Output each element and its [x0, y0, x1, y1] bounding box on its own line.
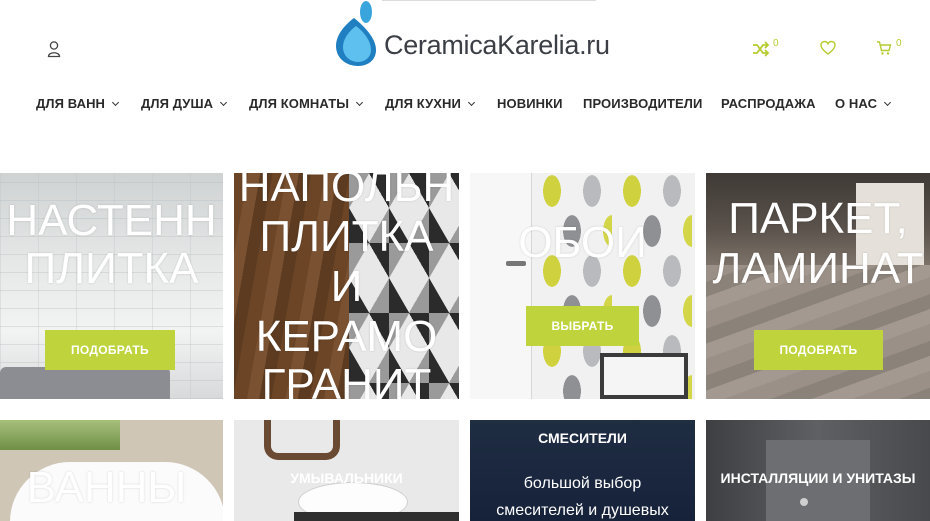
- category-tile-mixers[interactable]: СМЕСИТЕЛИ большой выбор смесителей и душ…: [470, 420, 695, 521]
- choose-button[interactable]: ВЫБРАТЬ: [526, 306, 639, 346]
- tile-subtitle: смесителей и душевых: [496, 502, 669, 519]
- compare-count: 0: [773, 38, 779, 49]
- tile-title: КЕРАМО: [255, 312, 438, 361]
- frame-image: [600, 353, 688, 399]
- menu-item-bath[interactable]: ДЛЯ ВАНН: [36, 96, 120, 111]
- tile-title: ПАРКЕТ,: [728, 194, 908, 243]
- category-tile-wallpaper[interactable]: ОБОИ ВЫБРАТЬ: [470, 173, 695, 399]
- chevron-down-icon: [220, 98, 228, 107]
- tile-title: И: [330, 262, 363, 311]
- flush-button-shape: [800, 498, 808, 506]
- menu-item-manufacturers[interactable]: ПРОИЗВОДИТЕЛИ: [583, 96, 702, 111]
- logo-text: CeramicaKarelia.ru: [384, 30, 610, 60]
- menu-item-label: ДЛЯ ВАНН: [36, 96, 106, 111]
- water-drop-logo-icon: [336, 1, 376, 66]
- cart-button[interactable]: [876, 40, 896, 58]
- tile-subtitle: большой выбор: [523, 475, 642, 492]
- bench-shape: [0, 367, 170, 399]
- compare-button[interactable]: [752, 40, 772, 58]
- menu-item-label: НОВИНКИ: [497, 96, 563, 111]
- category-tile-parquet[interactable]: ПАРКЕТ, ЛАМИНАТ ПОДОБРАТЬ: [706, 173, 930, 399]
- tile-caption: УМЫВАЛЬНИКИ: [290, 470, 403, 486]
- menu-item-new[interactable]: НОВИНКИ: [497, 96, 563, 111]
- tile-title: ЛАМИНАТ: [712, 244, 924, 293]
- category-tile-baths[interactable]: ВАННЫ: [0, 420, 223, 521]
- menu-item-sale[interactable]: РАСПРОДАЖА: [721, 96, 816, 111]
- door-image: [470, 173, 532, 399]
- tile-caption: СМЕСИТЕЛИ: [538, 430, 627, 446]
- menu-item-room[interactable]: ДЛЯ КОМНАТЫ: [249, 96, 364, 111]
- menu-item-about[interactable]: О НАС: [835, 96, 892, 111]
- mirror-shape: [264, 420, 340, 460]
- tile-title: НАПОЛЬН: [238, 173, 455, 211]
- tile-title: ОБОИ: [518, 218, 647, 267]
- pick-button[interactable]: ПОДОБРАТЬ: [754, 330, 883, 370]
- heart-icon: [820, 40, 836, 55]
- counter-shape: [294, 512, 459, 521]
- cart-icon: [877, 41, 892, 55]
- menu-item-label: О НАС: [835, 96, 878, 111]
- shuffle-icon: [753, 41, 770, 57]
- tile-caption: ИНСТАЛЛЯЦИИ И УНИТАЗЫ: [720, 470, 916, 486]
- chevron-down-icon: [884, 98, 892, 107]
- tile-title: ПЛИТКА: [24, 244, 199, 293]
- tile-title: ГРАНИТ: [261, 360, 432, 399]
- chevron-down-icon: [467, 98, 476, 107]
- user-icon: [47, 41, 61, 58]
- category-tile-wall-tile[interactable]: НАСТЕНН ПЛИТКА ПОДОБРАТЬ: [0, 173, 223, 399]
- main-menu: ДЛЯ ВАНН ДЛЯ ДУША ДЛЯ КОМНАТЫ ДЛЯ КУХНИ …: [0, 96, 930, 112]
- category-tile-washbasins[interactable]: УМЫВАЛЬНИКИ: [234, 420, 459, 521]
- tile-title: ПЛИТКА: [259, 212, 434, 261]
- menu-item-label: ДЛЯ ДУША: [141, 96, 214, 111]
- menu-item-label: ДЛЯ КУХНИ: [385, 96, 461, 111]
- chevron-down-icon: [112, 98, 120, 107]
- chevron-down-icon: [356, 98, 364, 107]
- pick-button[interactable]: ПОДОБРАТЬ: [45, 330, 175, 370]
- menu-item-label: ПРОИЗВОДИТЕЛИ: [583, 96, 703, 111]
- category-tile-floor-tile[interactable]: НАПОЛЬН ПЛИТКА И КЕРАМО ГРАНИТ: [234, 173, 459, 399]
- tile-title: НАСТЕНН: [6, 196, 217, 245]
- menu-item-kitchen[interactable]: ДЛЯ КУХНИ: [385, 96, 476, 111]
- category-tile-installations[interactable]: ИНСТАЛЛЯЦИИ И УНИТАЗЫ: [706, 420, 930, 521]
- cart-count: 0: [896, 38, 902, 49]
- menu-item-label: ДЛЯ КОМНАТЫ: [249, 96, 350, 111]
- menu-item-shower[interactable]: ДЛЯ ДУША: [141, 96, 228, 111]
- wishlist-button[interactable]: [820, 40, 840, 58]
- site-logo[interactable]: CeramicaKarelia.ru: [334, 0, 610, 70]
- logo-divider: [382, 0, 596, 1]
- user-account-button[interactable]: [46, 40, 62, 58]
- menu-item-label: РАСПРОДАЖА: [721, 96, 816, 111]
- window-image: [0, 420, 120, 450]
- tile-title: ВАННЫ: [26, 463, 187, 512]
